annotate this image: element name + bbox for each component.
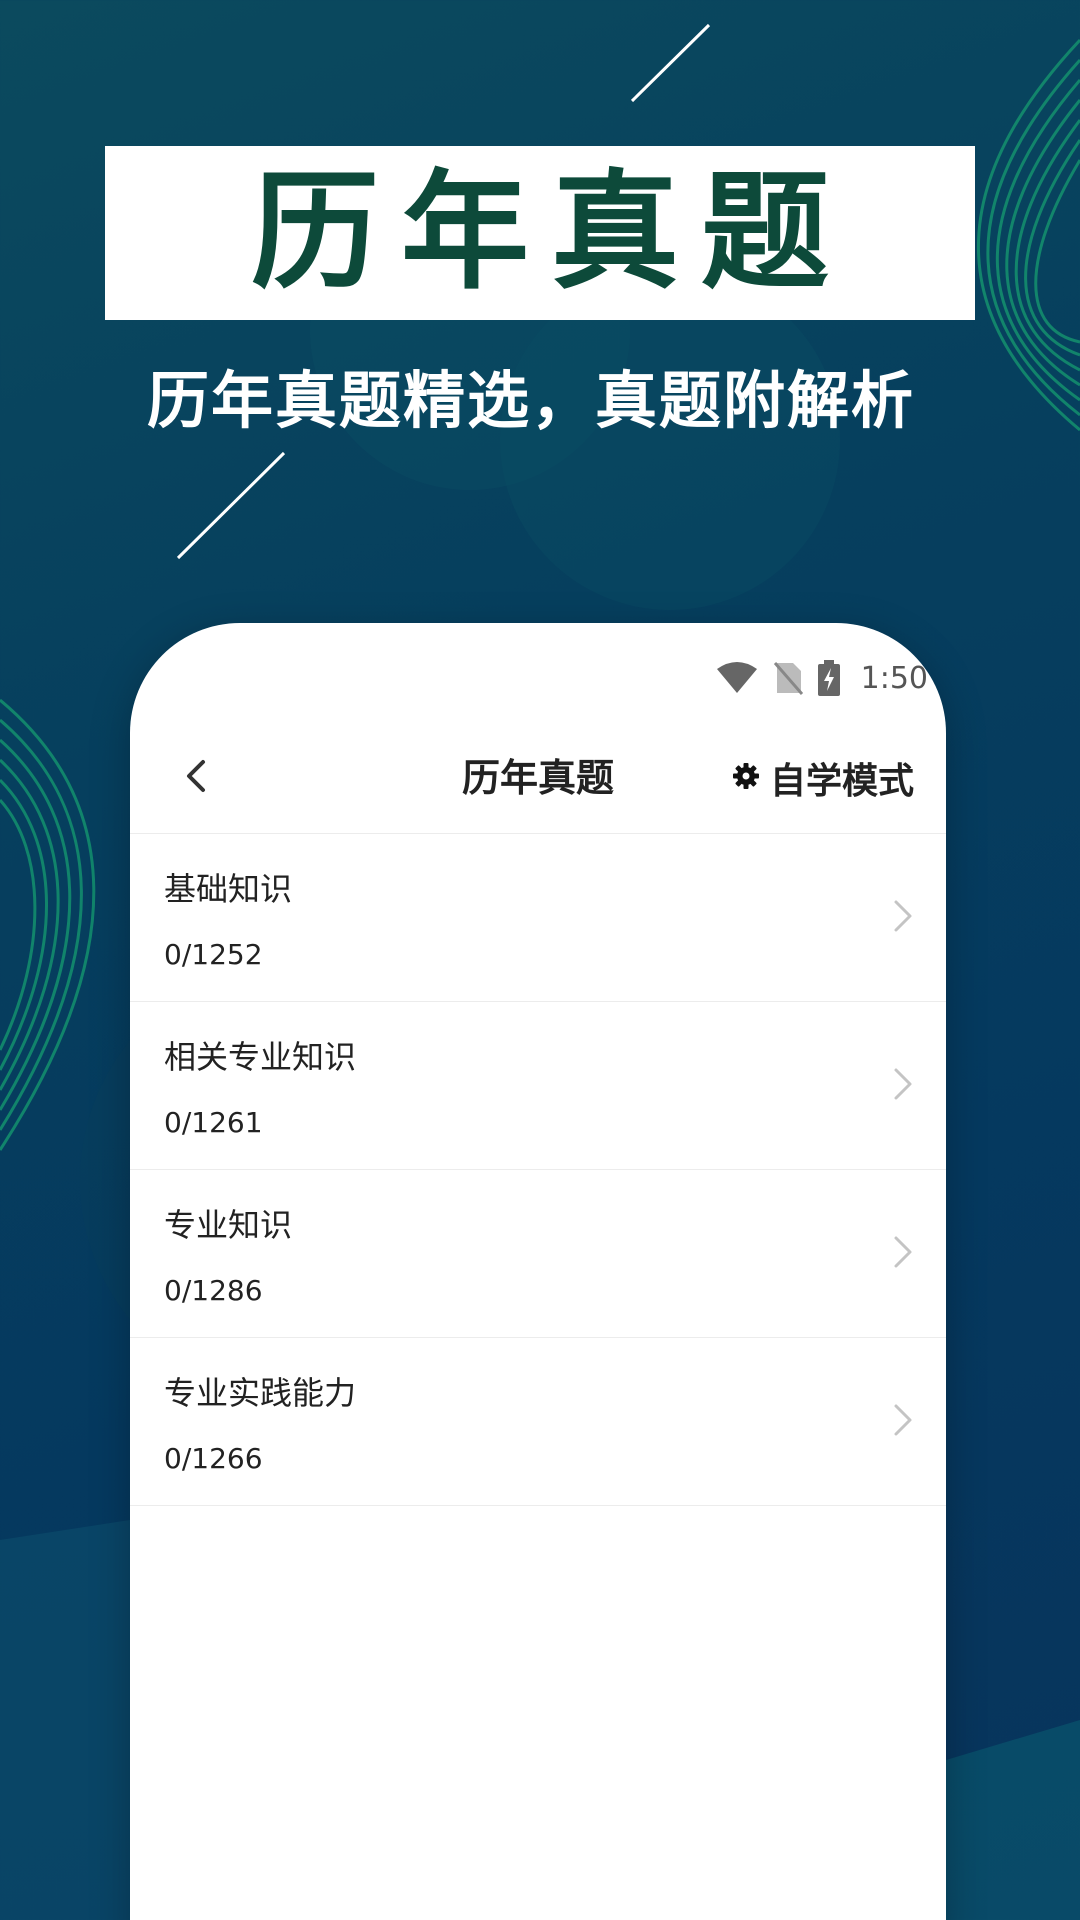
chevron-right-icon — [894, 1068, 912, 1100]
item-title: 相关专业知识 — [164, 1038, 357, 1076]
item-title: 专业知识 — [164, 1206, 293, 1244]
back-button[interactable] — [170, 753, 220, 803]
chevron-right-icon — [894, 900, 912, 932]
status-time: 1:50 — [860, 660, 928, 696]
chevron-right-icon — [894, 1404, 912, 1436]
item-title: 专业实践能力 — [164, 1374, 357, 1412]
no-sim-icon — [773, 661, 803, 695]
item-progress-count: 0/1252 — [164, 938, 263, 971]
list-item[interactable]: 相关专业知识 0/1261 — [130, 1002, 946, 1170]
self-study-mode-label: 自学模式 — [769, 761, 914, 802]
list-item[interactable]: 基础知识 0/1252 — [130, 834, 946, 1002]
banner-box: 历年真题 — [105, 146, 975, 320]
phone-screen: 1:50 历年真题 自学模式 基础知识 0/1252 相关专业知识 0/1261… — [130, 623, 946, 1920]
banner-title: 历年真题 — [250, 158, 851, 307]
item-progress-count: 0/1266 — [164, 1442, 263, 1475]
item-progress-count: 0/1286 — [164, 1274, 263, 1307]
battery-charging-icon — [817, 660, 841, 696]
chevron-right-icon — [894, 1236, 912, 1268]
gear-icon — [732, 758, 760, 799]
banner-subtitle: 历年真题精选，真题附解析 — [146, 364, 915, 437]
list-item[interactable]: 专业实践能力 0/1266 — [130, 1338, 946, 1506]
status-bar: 1:50 — [715, 653, 928, 703]
list-item[interactable]: 专业知识 0/1286 — [130, 1170, 946, 1338]
item-title: 基础知识 — [164, 870, 293, 908]
exam-category-list: 基础知识 0/1252 相关专业知识 0/1261 专业知识 0/1286 专业… — [130, 834, 946, 1506]
wifi-icon — [715, 661, 759, 695]
chevron-left-icon — [183, 758, 207, 798]
nav-bar: 历年真题 自学模式 — [130, 723, 946, 834]
item-progress-count: 0/1261 — [164, 1106, 263, 1139]
self-study-mode-button[interactable]: 自学模式 — [732, 753, 914, 803]
